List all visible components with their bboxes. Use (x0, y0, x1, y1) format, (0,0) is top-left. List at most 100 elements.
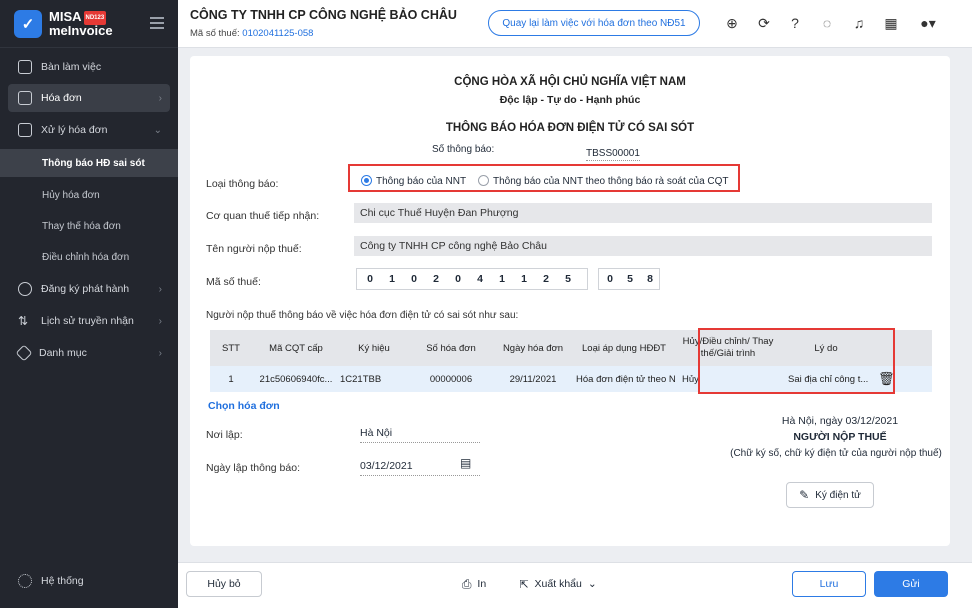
bell-icon[interactable]: ♫ (850, 14, 868, 32)
col-invoice-date: Ngày hóa đơn (494, 330, 572, 366)
action-reason-highlight (698, 328, 895, 394)
print-label: In (477, 578, 487, 590)
tax-digit: 5 (627, 273, 633, 285)
sidebar-item-label: Danh mục (39, 347, 87, 359)
cell-stt: 1 (210, 366, 252, 392)
signer-title: NGƯỜI NỘP THUẾ (793, 431, 887, 443)
sidebar-sub-cancel[interactable]: Hủy hóa đơn (8, 181, 170, 209)
catalog-icon (15, 344, 33, 362)
monitor-icon (18, 60, 32, 74)
sidebar: ✓ MISA ND123 meInvoice Bàn làm việc Hóa đ… (0, 0, 178, 608)
col-invoice-type: Loại áp dụng HĐĐT (572, 330, 676, 366)
cell-cqt-code: 21c50606940fc... (252, 366, 340, 392)
digital-sign-label: Ký điện tử (815, 489, 861, 501)
cell-invoice-date: 29/11/2021 (494, 366, 572, 392)
col-invoice-no: Số hóa đơn (408, 330, 494, 366)
send-button[interactable]: Gửi (874, 571, 948, 597)
company-name: CÔNG TY TNHH CP CÔNG NGHỆ BẢO CHÂU (190, 8, 457, 22)
chevron-right-icon: › (158, 283, 162, 295)
cancel-button[interactable]: Hủy bỏ (186, 571, 262, 597)
tax-code-label: Mã số thuế: (190, 28, 240, 39)
tax-digit: 2 (433, 273, 439, 285)
sidebar-item-invoice[interactable]: Hóa đơn › (8, 84, 170, 112)
sidebar-item-label: Xử lý hóa đơn (41, 124, 108, 136)
radio-nnt-label[interactable]: Thông báo của NNT (376, 176, 466, 187)
cell-symbol: 1C21TBB (340, 366, 408, 392)
signature-icon: ✎ (799, 488, 810, 502)
sidebar-item-history[interactable]: ⇅ Lịch sử truyền nhận › (8, 307, 170, 335)
signer-note: (Chữ ký số, chữ ký điện tử của người nộp… (730, 448, 942, 459)
sidebar-sub-replace[interactable]: Thay thế hóa đơn (8, 212, 170, 240)
user-menu-icon[interactable]: ●▾ (916, 14, 940, 32)
tax-digit: 1 (521, 273, 527, 285)
radio-nnt-cqt[interactable] (478, 175, 489, 186)
sidebar-item-system[interactable]: Hệ thống (8, 567, 170, 595)
sign-date: Hà Nội, ngày 03/12/2021 (781, 415, 899, 427)
transfer-icon: ⇅ (18, 314, 29, 328)
taxpayer-field[interactable]: Công ty TNHH CP công nghệ Bảo Châu (354, 236, 932, 256)
notice-number-value: TBSS00001 (586, 148, 640, 161)
menu-toggle-icon[interactable] (150, 17, 164, 29)
refresh-icon[interactable]: ⟳ (755, 14, 773, 32)
radio-nnt-cqt-label[interactable]: Thông báo của NNT theo thông báo rà soát… (493, 176, 729, 187)
col-stt: STT (210, 330, 252, 366)
intro-text: Người nộp thuế thông báo về việc hóa đơn… (206, 310, 519, 321)
place-input[interactable]: Hà Nội (360, 427, 480, 443)
tax-digit: 0 (455, 273, 461, 285)
tax-digit: 0 (607, 273, 613, 285)
add-icon[interactable]: ⊕ (723, 14, 741, 32)
chevron-right-icon: › (158, 347, 162, 359)
sidebar-item-label: Hóa đơn (41, 92, 82, 104)
misa-logo-icon: ✓ (14, 9, 42, 38)
notice-number-label: Số thông báo: (432, 144, 495, 155)
register-icon (18, 282, 32, 296)
calendar-icon[interactable]: ▤ (460, 456, 471, 470)
date-label: Ngày lập thông báo: (206, 462, 300, 474)
help-icon[interactable]: ? (786, 14, 804, 32)
cell-invoice-no: 00000006 (408, 366, 494, 392)
nation-heading: CỘNG HÒA XÃ HỘI CHỦ NGHĨA VIỆT NAM (454, 76, 686, 88)
brand-product: meInvoice (49, 22, 113, 38)
tax-code-value: 0102041125-058 (242, 28, 314, 39)
sidebar-item-desk[interactable]: Bàn làm việc (8, 53, 170, 81)
digital-sign-button[interactable]: ✎ Ký điện tử (786, 482, 874, 508)
tax-digit: 0 (411, 273, 417, 285)
invoice-icon (18, 91, 32, 105)
notice-type-label: Loại thông báo: (206, 178, 279, 190)
tax-digit: 0 (367, 273, 373, 285)
place-label: Nơi lập: (206, 429, 243, 441)
chat-icon[interactable]: ◌ (818, 14, 836, 32)
sidebar-item-label: Hệ thống (41, 575, 84, 587)
col-cqt-code: Mã CQT cấp (252, 330, 340, 366)
save-button[interactable]: Lưu (792, 571, 866, 597)
gear-icon (18, 574, 32, 588)
top-header: CÔNG TY TNHH CP CÔNG NGHỆ BẢO CHÂU Mã số… (178, 0, 972, 48)
print-button[interactable]: ⎙ In (454, 571, 494, 597)
radio-nnt[interactable] (361, 175, 372, 186)
tax-digit: 4 (477, 273, 483, 285)
brand-name: MISA (49, 8, 82, 24)
sidebar-item-label: Bàn làm việc (41, 61, 102, 73)
col-symbol: Ký hiệu (340, 330, 408, 366)
tax-office-field[interactable]: Chi cục Thuế Huyện Đan Phượng (354, 203, 932, 223)
sidebar-item-label: Lịch sử truyền nhận (41, 315, 134, 327)
sidebar-item-catalog[interactable]: Danh mục › (8, 339, 170, 367)
apps-grid-icon[interactable]: ▦ (882, 14, 900, 32)
chevron-right-icon: › (158, 92, 162, 104)
taxpayer-label: Tên người nộp thuế: (206, 243, 302, 255)
chevron-right-icon: › (158, 315, 162, 327)
footer-toolbar: Hủy bỏ ⎙ In ⇱ Xuất khẩu ⌄ Lưu Gửi (178, 562, 972, 608)
error-notice-form: CỘNG HÒA XÃ HỘI CHỦ NGHĨA VIỆT NAM Độc l… (190, 56, 950, 546)
choose-invoice-link[interactable]: Chọn hóa đơn (208, 400, 280, 412)
tax-office-label: Cơ quan thuế tiếp nhận: (206, 210, 320, 222)
export-button[interactable]: ⇱ Xuất khẩu ⌄ (512, 571, 604, 597)
sidebar-item-process[interactable]: Xử lý hóa đơn ⌄ (8, 116, 170, 144)
tax-digit: 5 (565, 273, 571, 285)
tax-digit: 8 (647, 273, 653, 285)
cell-invoice-type: Hóa đơn điện tử theo Nị (572, 366, 676, 392)
sidebar-sub-error-notice[interactable]: Thông báo HĐ sai sót (0, 149, 178, 177)
motto-heading: Độc lập - Tự do - Hạnh phúc (499, 94, 641, 106)
sidebar-item-register[interactable]: Đăng ký phát hành › (8, 275, 170, 303)
back-to-nd51-button[interactable]: Quay lại làm việc với hóa đơn theo NĐ51 (488, 10, 700, 36)
sidebar-sub-adjust[interactable]: Điều chỉnh hóa đơn (8, 243, 170, 271)
